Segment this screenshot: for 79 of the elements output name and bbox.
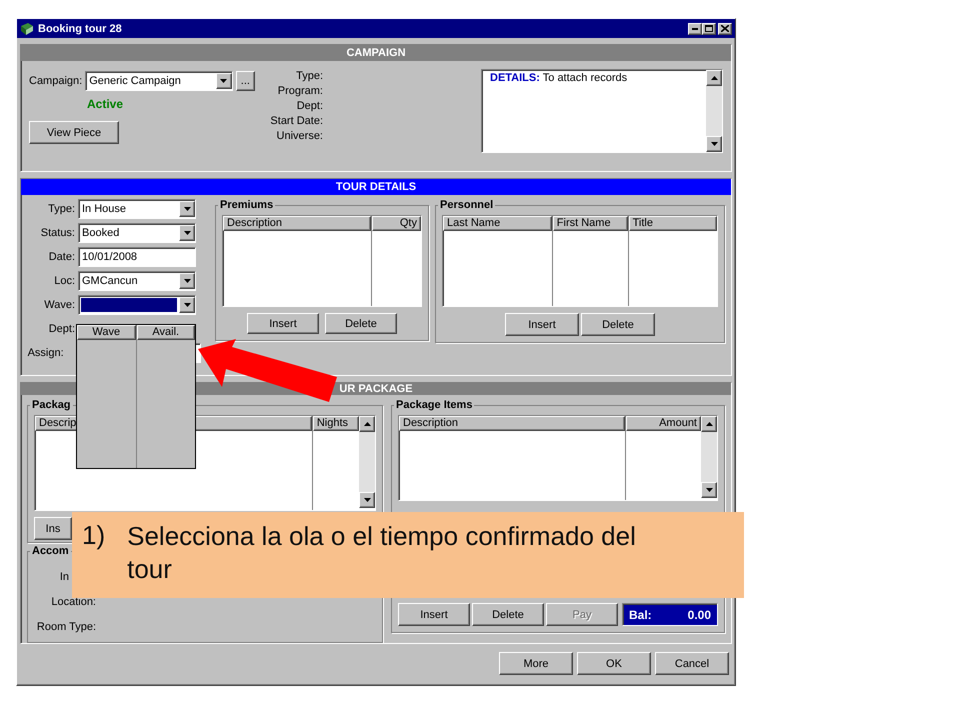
- field-label: Wave:: [43, 299, 75, 311]
- status-text: Active: [87, 97, 124, 111]
- group-title: Personnel: [439, 199, 494, 211]
- section-header: CAMPAIGN: [21, 45, 731, 61]
- step-number: 1): [82, 520, 106, 552]
- column-header[interactable]: Last Name: [443, 216, 552, 231]
- field-value: 10/01/2008: [81, 250, 138, 264]
- dropdown-value: Booked: [81, 226, 120, 240]
- minimize-icon: [692, 28, 698, 30]
- instruction-text: Selecciona la ola o el tiempo confirmado del tour: [127, 520, 637, 586]
- down-arrow-icon: [220, 79, 228, 83]
- down-arrow-icon: [364, 498, 370, 502]
- column-header[interactable]: Description: [223, 216, 371, 231]
- dialog-button[interactable]: More: [499, 652, 573, 675]
- list-button[interactable]: Insert: [398, 603, 470, 626]
- list-button[interactable]: Ins: [34, 517, 72, 540]
- info-label: Universe:: [276, 129, 323, 144]
- field-label: Dept:: [48, 323, 75, 335]
- column-header[interactable]: Nights: [312, 416, 359, 431]
- down-arrow-icon: [710, 142, 718, 146]
- dialog-button[interactable]: OK: [577, 652, 651, 675]
- maximize-icon: [705, 25, 713, 32]
- list-button: Pay: [546, 603, 618, 626]
- down-arrow-icon: [184, 279, 190, 283]
- details-text: DETAILS: To attach records: [489, 71, 628, 86]
- field-label: In: [60, 571, 69, 583]
- close-icon: [721, 25, 729, 32]
- group-title: Packag: [31, 399, 72, 411]
- info-label: Dept:: [296, 99, 323, 114]
- minimize-button[interactable]: [688, 22, 702, 34]
- maximize-button[interactable]: [702, 22, 716, 34]
- balance-display: Bal: 0.00: [622, 603, 718, 626]
- field-label: Assign:: [26, 347, 64, 359]
- field-label: Date:: [48, 251, 75, 263]
- campaign-label: Campaign:: [29, 75, 82, 87]
- group-title: Premiums: [219, 199, 274, 211]
- dropdown[interactable]: GMCancun: [78, 271, 196, 291]
- list-button[interactable]: Insert: [247, 313, 319, 334]
- column-header: Avail.: [136, 325, 195, 340]
- field-label: Loc:: [53, 275, 75, 287]
- browse-button[interactable]: ...: [236, 71, 255, 91]
- group-title: Package Items: [395, 399, 474, 411]
- down-arrow-icon: [184, 231, 190, 235]
- field-label: Location:: [51, 596, 96, 608]
- info-label: Start Date:: [270, 114, 323, 129]
- column-header: Wave: [77, 325, 136, 340]
- field-label: Type:: [47, 203, 75, 215]
- list-button[interactable]: Delete: [472, 603, 544, 626]
- text-field[interactable]: 10/01/2008: [78, 247, 196, 267]
- down-arrow-icon: [184, 207, 190, 211]
- down-arrow-icon: [706, 488, 712, 492]
- window-title: Booking tour 28: [38, 22, 123, 34]
- section-header: TOUR DETAILS: [21, 179, 731, 195]
- close-button[interactable]: [718, 22, 732, 34]
- up-arrow-icon: [364, 422, 370, 426]
- view-piece-button[interactable]: View Piece: [29, 121, 119, 144]
- campaign-dropdown[interactable]: Generic Campaign: [85, 71, 233, 91]
- info-label: Program:: [278, 84, 323, 99]
- dialog-button[interactable]: Cancel: [655, 652, 729, 675]
- column-header[interactable]: Amount: [626, 416, 701, 431]
- column-header[interactable]: Title: [628, 216, 717, 231]
- list-button[interactable]: Insert: [505, 313, 579, 336]
- dropdown-value: GMCancun: [81, 274, 139, 288]
- dropdown[interactable]: Booked: [78, 223, 196, 243]
- info-label: Type:: [296, 69, 323, 84]
- down-arrow-icon: [184, 303, 190, 307]
- list-button[interactable]: Delete: [581, 313, 655, 336]
- up-arrow-icon: [710, 76, 718, 80]
- column-header[interactable]: Description: [399, 416, 625, 431]
- column-header[interactable]: First Name: [552, 216, 628, 231]
- dropdown[interactable]: In House: [78, 199, 196, 219]
- field-label: Status:: [40, 227, 75, 239]
- dropdown-value: In House: [81, 202, 128, 216]
- field-label: Room Type:: [36, 621, 96, 633]
- dropdown[interactable]: [78, 295, 196, 315]
- group-title: Accom: [31, 545, 70, 557]
- list-button[interactable]: Delete: [325, 313, 397, 334]
- up-arrow-icon: [706, 422, 712, 426]
- column-header[interactable]: Qty: [372, 216, 421, 231]
